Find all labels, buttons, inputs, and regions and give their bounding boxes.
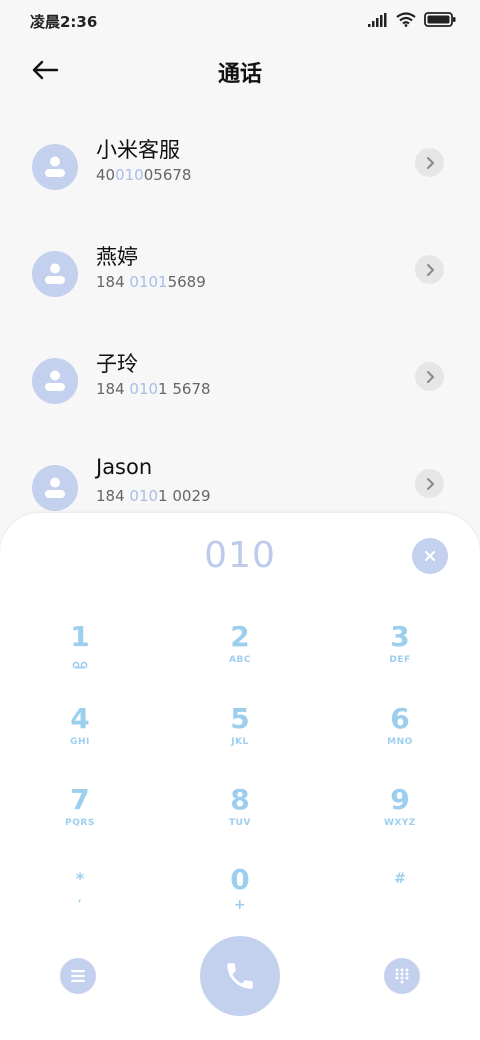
avatar [32, 465, 78, 511]
contact-detail-button[interactable] [415, 362, 444, 391]
key-star[interactable]: * , [20, 865, 140, 935]
chevron-right-icon [426, 156, 434, 169]
chevron-right-icon [426, 477, 434, 490]
match-highlight: 0101 [129, 273, 168, 291]
clear-button[interactable] [412, 538, 448, 574]
contact-number: 184 0101 5678 [96, 380, 211, 398]
status-icons [368, 12, 456, 27]
contact-number: 184 01015689 [96, 273, 206, 291]
page-title: 通话 [217, 62, 262, 87]
key-3[interactable]: 3 DEF [340, 620, 460, 690]
contact-detail-button[interactable] [415, 255, 444, 284]
key-5[interactable]: 5 JKL [180, 702, 300, 772]
chevron-right-icon [426, 370, 434, 383]
key-0[interactable]: 0 + [180, 863, 300, 933]
contact-name: Jason [96, 455, 153, 479]
key-7[interactable]: 7 PQRS [20, 783, 140, 853]
match-highlight: 010 [115, 166, 144, 184]
match-highlight: 010 [129, 380, 159, 398]
key-1[interactable]: 1 [20, 620, 140, 690]
status-time: 凌晨2:36 [30, 13, 98, 31]
status-bar: 凌晨2:36 [0, 0, 480, 42]
contact-name: 子玲 [96, 352, 138, 376]
battery-icon [424, 12, 456, 27]
avatar [32, 251, 78, 297]
key-4[interactable]: 4 GHI [20, 702, 140, 772]
key-2[interactable]: 2 ABC [180, 620, 300, 690]
match-highlight: 010 [129, 487, 159, 505]
close-icon [424, 550, 436, 562]
person-icon [45, 156, 65, 177]
key-9[interactable]: 9 WXYZ [340, 783, 460, 853]
person-icon [45, 263, 65, 284]
contact-item[interactable]: 燕婷 184 01015689 [0, 241, 480, 321]
contact-item[interactable]: 子玲 184 0101 5678 [0, 348, 480, 428]
header: 通话 [0, 48, 480, 92]
keypad-toggle-button[interactable] [384, 958, 420, 994]
contact-name: 小米客服 [96, 138, 180, 162]
key-8[interactable]: 8 TUV [180, 783, 300, 853]
avatar [32, 144, 78, 190]
key-6[interactable]: 6 MNO [340, 702, 460, 772]
avatar [32, 358, 78, 404]
phone-icon [227, 963, 253, 989]
voicemail-icon [72, 661, 88, 669]
signal-icon [368, 12, 387, 27]
key-hash[interactable]: # [340, 865, 460, 935]
contact-item[interactable]: 小米客服 4001005678 [0, 134, 480, 214]
contact-name: 燕婷 [96, 245, 138, 269]
person-icon [45, 477, 65, 498]
wifi-icon [396, 12, 416, 27]
person-icon [45, 370, 65, 391]
contact-detail-button[interactable] [415, 469, 444, 498]
chevron-right-icon [426, 263, 434, 276]
contact-number: 4001005678 [96, 166, 192, 184]
keypad-grid-icon [395, 968, 409, 984]
menu-icon [71, 970, 85, 982]
contact-number: 184 0101 0029 [96, 487, 211, 505]
dial-input[interactable]: 010 [0, 535, 480, 576]
call-button[interactable] [200, 936, 280, 1016]
dialpad-panel: 010 1 2 ABC 3 DEF 4 GHI 5 JKL 6 MNO 7 PQ… [0, 513, 480, 1040]
menu-button[interactable] [60, 958, 96, 994]
contact-detail-button[interactable] [415, 148, 444, 177]
